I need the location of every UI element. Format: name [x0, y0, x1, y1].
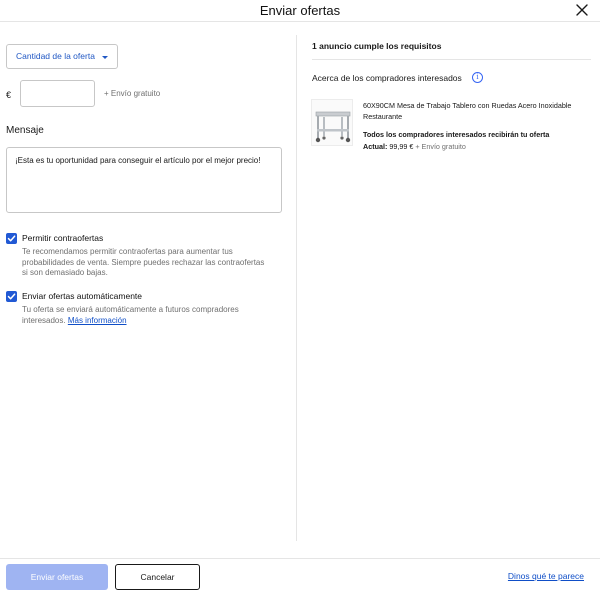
shipping-label: + Envío gratuito — [104, 89, 161, 98]
eligible-listings-panel: 1 anuncio cumple los requisitos Acerca d… — [297, 22, 600, 542]
auto-offers-help-text: Tu oferta se enviará automáticamente a f… — [22, 305, 239, 325]
send-offers-button[interactable]: Enviar ofertas — [6, 564, 108, 590]
counteroffers-help: Te recomendamos permitir contraofertas p… — [22, 247, 265, 277]
counteroffers-checkbox[interactable] — [6, 233, 17, 244]
chevron-down-icon — [102, 56, 108, 59]
dialog-title: Enviar ofertas — [259, 3, 341, 18]
info-icon[interactable]: i — [472, 72, 483, 83]
offer-amount-dropdown-label: Cantidad de la oferta — [16, 51, 95, 61]
message-textarea[interactable]: ¡Esta es tu oportunidad para conseguir e… — [6, 147, 282, 213]
checkmark-icon — [7, 293, 16, 300]
auto-offers-checkbox[interactable] — [6, 291, 17, 302]
listing-price-label: Actual: — [363, 142, 388, 151]
checkmark-icon — [7, 235, 16, 242]
listing-thumbnail — [311, 99, 353, 146]
listing-price-row: Actual: 99,99 € + Envío gratuito — [363, 142, 466, 151]
listing-shipping: + Envío gratuito — [415, 142, 466, 151]
currency-symbol: € — [6, 90, 12, 100]
offer-form-panel: Cantidad de la oferta € + Envío gratuito… — [0, 22, 296, 542]
auto-offers-help: Tu oferta se enviará automáticamente a f… — [22, 305, 272, 326]
more-info-link[interactable]: Más información — [68, 316, 127, 325]
offer-price-input[interactable] — [20, 80, 95, 107]
eligible-count: 1 anuncio cumple los requisitos — [312, 41, 442, 51]
message-label: Mensaje — [6, 125, 44, 136]
dialog-footer: Enviar ofertas Cancelar Dinos qué te par… — [0, 558, 600, 600]
counteroffers-label: Permitir contraofertas — [22, 233, 104, 243]
cancel-button[interactable]: Cancelar — [115, 564, 200, 590]
listing-price: 99,99 € — [389, 142, 414, 151]
offer-amount-dropdown[interactable]: Cantidad de la oferta — [6, 44, 118, 69]
listing-note: Todos los compradores interesados recibi… — [363, 130, 550, 139]
close-icon[interactable] — [574, 2, 590, 18]
dialog-header: Enviar ofertas — [0, 0, 600, 22]
auto-offers-label: Enviar ofertas automáticamente — [22, 291, 143, 301]
feedback-link[interactable]: Dinos qué te parece — [508, 571, 584, 581]
about-buyers-label: Acerca de los compradores interesados — [312, 73, 462, 83]
listing-title: 60X90CM Mesa de Trabajo Tablero con Rued… — [363, 101, 572, 121]
right-divider — [312, 59, 591, 60]
